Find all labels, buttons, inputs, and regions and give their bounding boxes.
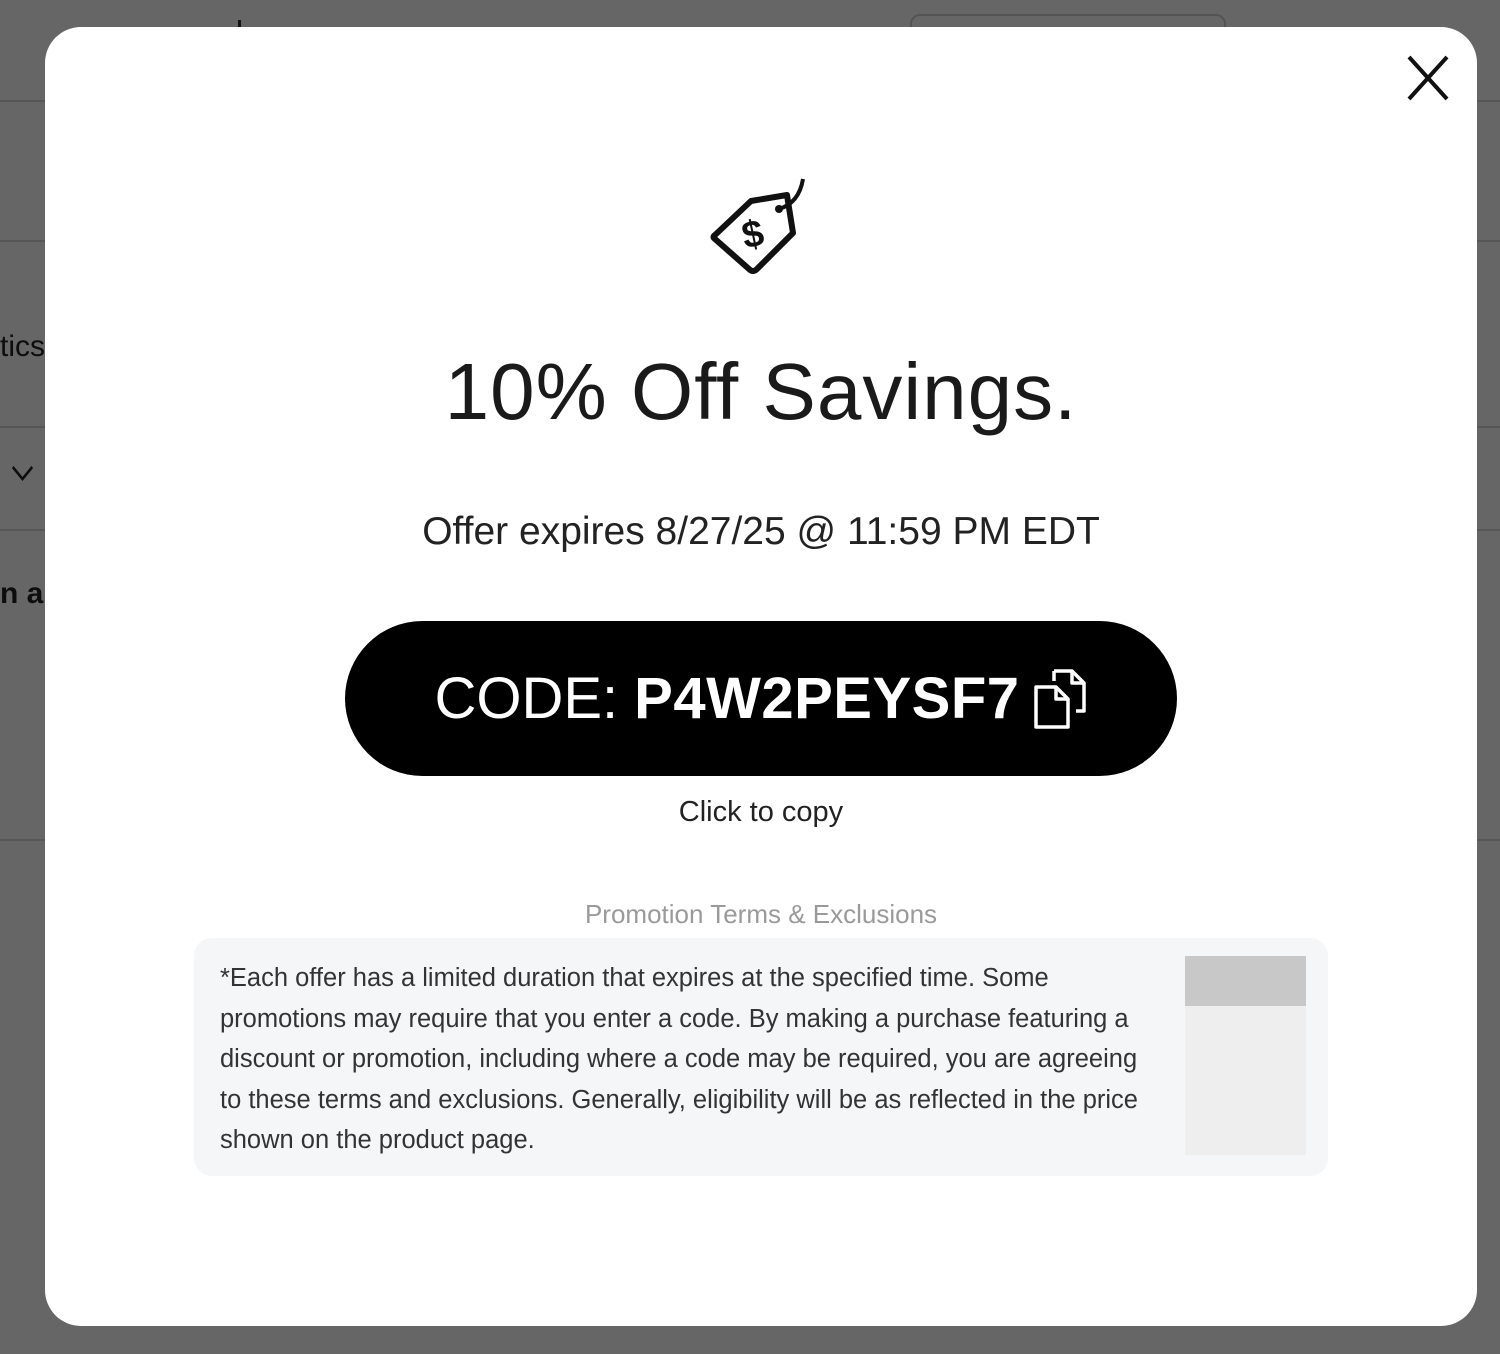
price-tag-dollar-icon: $	[707, 177, 817, 281]
copy-code-button[interactable]: CODE: P4W2PEYSF7	[345, 621, 1177, 776]
scrollbar-track[interactable]	[1185, 956, 1306, 1155]
promo-code: P4W2PEYSF7	[634, 665, 1020, 731]
terms-heading: Promotion Terms & Exclusions	[584, 899, 938, 929]
close-button[interactable]	[1395, 47, 1461, 109]
promo-modal: $ 10% Off Savings. Offer expires 8/27/25…	[45, 27, 1477, 1326]
copy-hint: Click to copy	[678, 796, 844, 828]
close-icon[interactable]	[1395, 47, 1461, 109]
scrollbar-thumb[interactable]	[1185, 956, 1306, 1006]
offer-expiration: Offer expires 8/27/25 @ 11:59 PM EDT	[422, 510, 1100, 553]
terms-scroll-box[interactable]: *Each offer has a limited duration that …	[194, 938, 1328, 1176]
svg-text:$: $	[738, 212, 767, 257]
code-prefix: CODE:	[434, 665, 619, 731]
offer-title: 10% Off Savings.	[444, 347, 1078, 436]
terms-text: *Each offer has a limited duration that …	[220, 964, 1138, 1154]
copy-icon	[1032, 667, 1088, 731]
